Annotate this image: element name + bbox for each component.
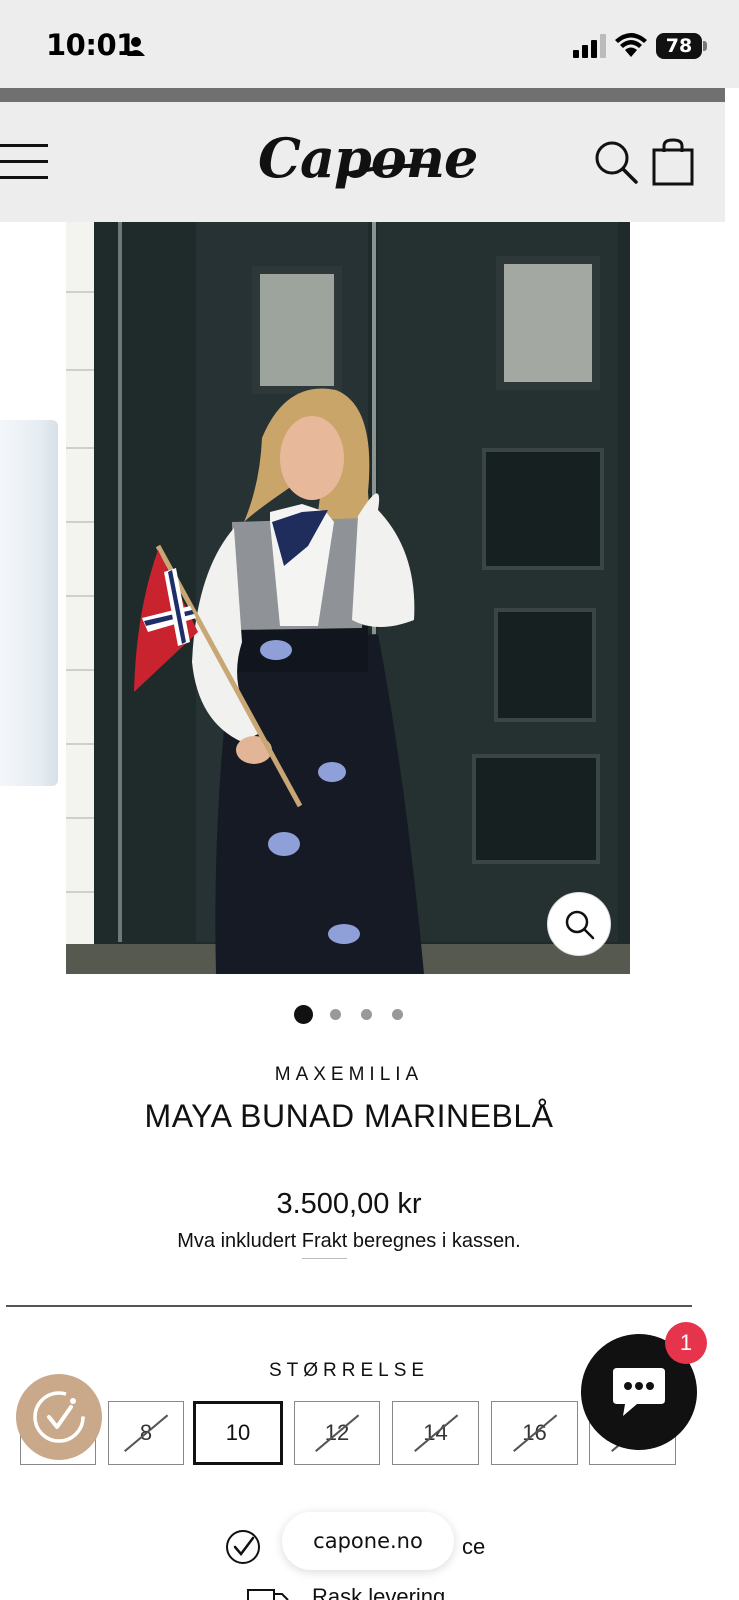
product-vendor[interactable]: MAXEMILIA	[0, 1064, 698, 1086]
size-option-8[interactable]: 8	[108, 1401, 184, 1465]
previous-product-image-peek[interactable]	[0, 420, 58, 786]
check-circle-icon	[226, 1530, 260, 1564]
size-option-16[interactable]: 16	[491, 1401, 578, 1465]
status-bar: 10:01 78	[0, 0, 739, 88]
gallery-dot-3[interactable]	[361, 1009, 372, 1020]
tax-shipping-note: Mva inkludert Frakt beregnes i kassen.	[0, 1230, 698, 1259]
product-photo-illustration	[66, 222, 630, 974]
gallery-pagination	[290, 1004, 410, 1024]
tax-note-suffix: beregnes i kassen.	[352, 1230, 521, 1252]
chat-bubble-icon	[613, 1368, 665, 1416]
gallery-dot-4[interactable]	[392, 1009, 403, 1020]
size-option-14[interactable]: 14	[392, 1401, 479, 1465]
zoom-image-button[interactable]	[547, 892, 611, 956]
tax-note-prefix: Mva inkludert	[177, 1230, 297, 1252]
hamburger-menu-icon[interactable]	[0, 144, 48, 180]
feature-text-delivery: Rask levering	[312, 1584, 446, 1600]
feature-text-service: ce	[462, 1534, 486, 1559]
site-header: Capone	[0, 102, 725, 222]
logo-swoosh	[340, 163, 438, 178]
delivery-truck-icon	[247, 1589, 289, 1600]
gallery-dot-1[interactable]	[294, 1005, 313, 1024]
battery-cap	[703, 41, 707, 51]
size-option-10[interactable]: 10	[193, 1401, 283, 1465]
gallery-dot-2[interactable]	[330, 1009, 341, 1020]
person-icon	[127, 37, 145, 56]
reviews-widget-button[interactable]	[16, 1374, 102, 1460]
browser-url-pill[interactable]: capone.no	[282, 1512, 454, 1570]
verified-review-icon	[33, 1391, 85, 1443]
search-icon[interactable]	[594, 140, 638, 184]
magnifier-icon	[565, 910, 595, 940]
chat-unread-badge: 1	[665, 1322, 707, 1364]
page-load-strip	[0, 88, 725, 102]
product-price: 3.500,00 kr	[276, 1188, 422, 1220]
size-option-12[interactable]: 12	[294, 1401, 380, 1465]
shopping-bag-icon[interactable]	[652, 138, 694, 186]
shipping-policy-link[interactable]: Frakt	[301, 1230, 348, 1259]
status-time: 10:01	[46, 28, 136, 62]
battery-indicator: 78	[656, 33, 702, 59]
cellular-signal-icon	[573, 34, 606, 58]
wifi-icon	[615, 33, 647, 57]
product-title: MAYA BUNAD MARINEBLÅ	[144, 1098, 554, 1134]
section-divider	[6, 1305, 692, 1307]
product-image[interactable]	[66, 222, 630, 974]
